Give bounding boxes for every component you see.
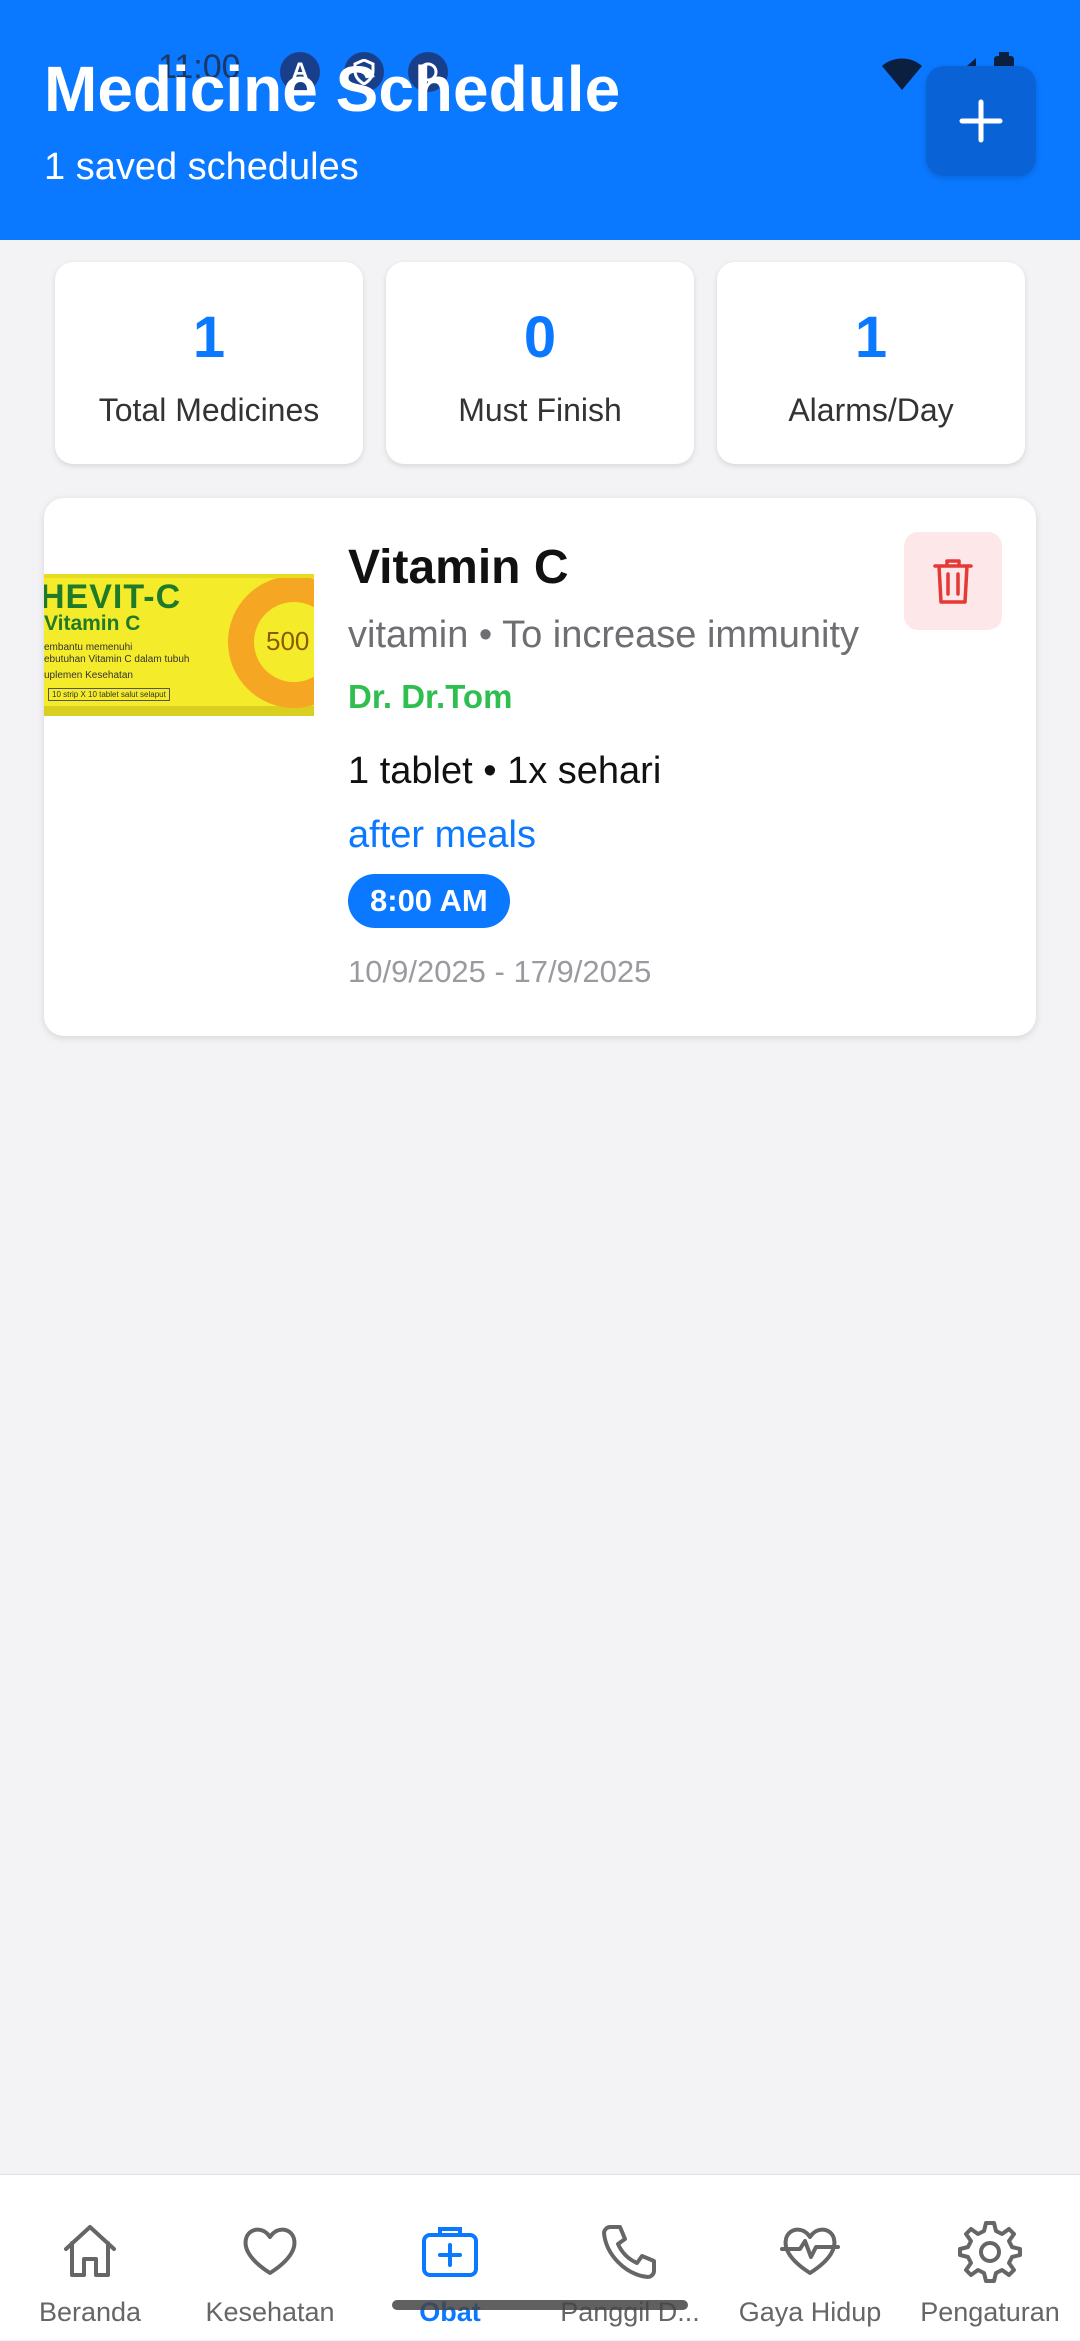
stat-label: Must Finish: [458, 392, 622, 428]
medicine-image-dose-mark: 500: [266, 626, 310, 656]
stat-card-must-finish: 0 Must Finish: [386, 262, 694, 464]
page-subtitle: 1 saved schedules: [44, 146, 359, 188]
stats-row: 1 Total Medicines 0 Must Finish 1 Alarms…: [55, 262, 1025, 464]
stat-card-total-medicines: 1 Total Medicines: [55, 262, 363, 464]
delete-medicine-button[interactable]: [904, 532, 1002, 630]
stat-value: 0: [523, 305, 557, 370]
trash-icon: [933, 559, 973, 604]
nav-label: Beranda: [38, 2297, 142, 2327]
nav-item-beranda[interactable]: Beranda: [0, 2175, 180, 2341]
gear-icon: [958, 2221, 1022, 2283]
nav-item-obat[interactable]: Obat: [360, 2175, 540, 2341]
stat-card-alarms-per-day: 1 Alarms/Day: [717, 262, 1025, 464]
page-title: Medicine Schedule: [44, 53, 621, 125]
medicine-image-line2: ebutuhan Vitamin C dalam tubuh: [44, 654, 190, 665]
stat-value: 1: [192, 305, 226, 370]
nav-label: Kesehatan: [205, 2297, 335, 2327]
add-schedule-button[interactable]: [926, 66, 1036, 176]
medicine-dose: 1 tablet • 1x sehari: [348, 750, 662, 792]
alarm-time-badge: 8:00 AM: [348, 874, 510, 928]
medicine-date-range: 10/9/2025 - 17/9/2025: [348, 954, 652, 989]
stat-label: Alarms/Day: [788, 392, 954, 428]
nav-item-panggil-dokter[interactable]: Panggil D...: [540, 2175, 720, 2341]
medicine-timing: after meals: [348, 814, 536, 856]
nav-label: Pengaturan: [920, 2297, 1060, 2327]
home-indicator[interactable]: [392, 2300, 688, 2310]
phone-icon: [602, 2225, 656, 2279]
heart-icon: [243, 2227, 297, 2275]
nav-item-gaya-hidup[interactable]: Gaya Hidup: [720, 2175, 900, 2341]
medicine-image: HEVIT-C Vitamin C embantu memenuhi ebutu…: [44, 574, 314, 716]
medical-kit-icon: [422, 2227, 478, 2277]
wifi-icon: [882, 58, 922, 90]
medicine-card[interactable]: HEVIT-C Vitamin C embantu memenuhi ebutu…: [44, 498, 1036, 1036]
medicine-image-product: Vitamin C: [44, 612, 141, 635]
nav-item-kesehatan[interactable]: Kesehatan: [180, 2175, 360, 2341]
bottom-navigation: Beranda Kesehatan Obat Panggil D... Gaya…: [0, 2174, 1080, 2340]
heart-pulse-icon: [780, 2227, 840, 2275]
stat-value: 1: [854, 305, 888, 370]
plus-icon: [959, 99, 1003, 143]
medicine-image-strip: 10 strip X 10 tablet salut selaput: [48, 688, 170, 701]
nav-item-pengaturan[interactable]: Pengaturan: [900, 2175, 1080, 2341]
medicine-image-line3: uplemen Kesehatan: [44, 670, 133, 681]
medicine-doctor: Dr. Dr.Tom: [348, 678, 513, 715]
medicine-image-line1: embantu memenuhi: [44, 642, 133, 653]
nav-label: Gaya Hidup: [738, 2297, 882, 2327]
medicine-type-purpose: vitamin • To increase immunity: [348, 614, 859, 656]
stat-label: Total Medicines: [98, 392, 320, 428]
home-icon: [64, 2225, 116, 2277]
medicine-name: Vitamin C: [348, 541, 569, 594]
app-header: 11:00 A Medicine Schedule 1 saved schedu…: [0, 0, 1080, 240]
